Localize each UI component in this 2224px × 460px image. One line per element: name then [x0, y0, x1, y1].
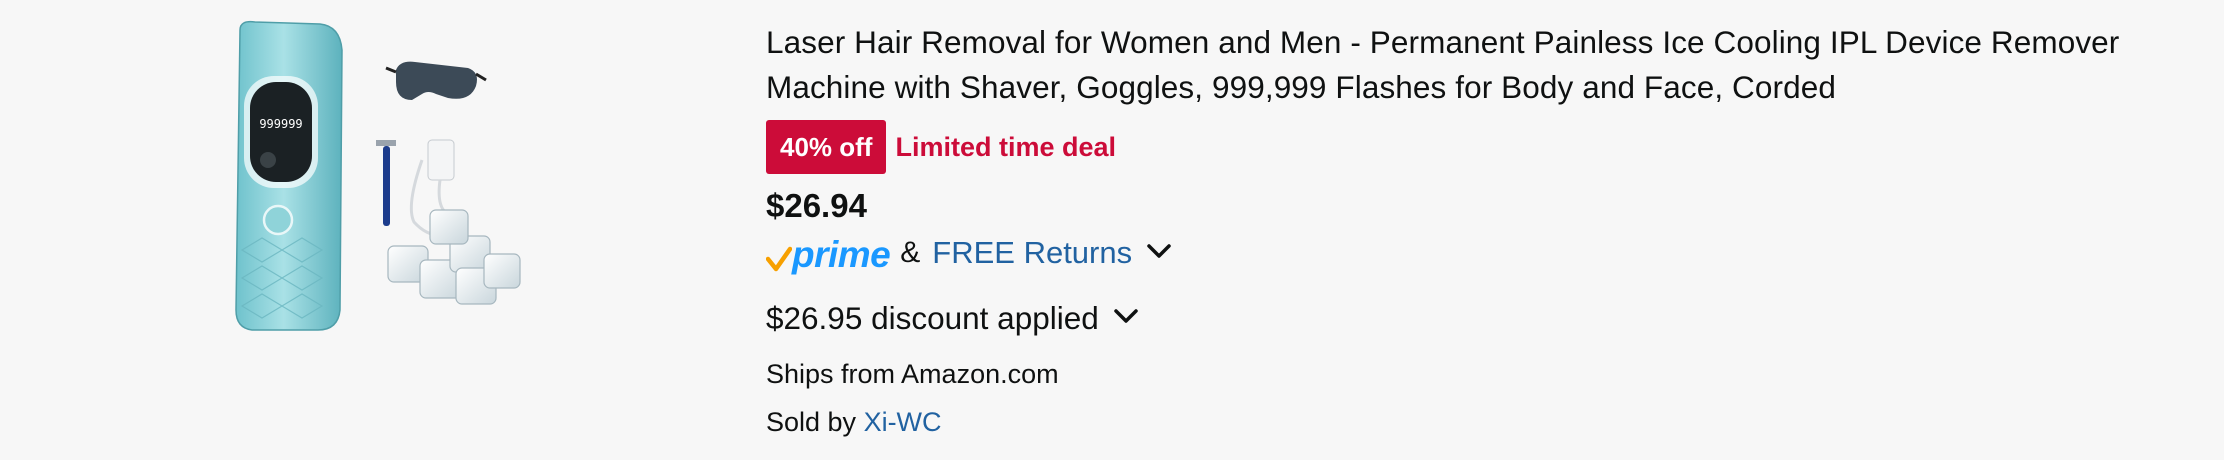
discount-badge: 40% off: [766, 120, 887, 174]
device-display-text: 999999: [259, 117, 302, 131]
chevron-down-icon[interactable]: [1146, 242, 1172, 265]
shaver-image: [376, 140, 396, 226]
product-image[interactable]: 999999: [200, 10, 540, 340]
chevron-down-icon[interactable]: [1113, 307, 1139, 330]
sold-by: Sold by Xi-WC: [766, 404, 2186, 440]
product-image-graphic: 999999: [235, 20, 521, 331]
discount-applied-text: $26.95 discount applied: [766, 299, 1099, 336]
price: $26.94: [766, 187, 867, 224]
prime-logo-text: prime: [792, 234, 891, 275]
goggles-image: [385, 61, 487, 100]
product-card: 999999 Laser Hair Removal for Women and …: [0, 0, 2224, 460]
ampersand: &: [900, 236, 921, 269]
deal-label: Limited time deal: [895, 131, 1117, 162]
sold-by-label: Sold by: [766, 407, 864, 437]
free-returns-link[interactable]: FREE Returns: [932, 235, 1132, 271]
ice-cubes-image: [387, 209, 521, 305]
prime-check-icon: [766, 246, 792, 272]
product-title[interactable]: Laser Hair Removal for Women and Men - P…: [766, 20, 2186, 110]
prime-logo: prime: [766, 233, 891, 275]
discount-row: $26.95 discount applied: [766, 296, 2186, 340]
deal-row: 40% off Limited time deal: [766, 120, 2186, 174]
prime-row: prime & FREE Returns: [766, 230, 2186, 276]
ships-from: Ships from Amazon.com: [766, 359, 1059, 389]
product-info: Laser Hair Removal for Women and Men - P…: [766, 20, 2186, 440]
seller-link[interactable]: Xi-WC: [864, 407, 942, 437]
